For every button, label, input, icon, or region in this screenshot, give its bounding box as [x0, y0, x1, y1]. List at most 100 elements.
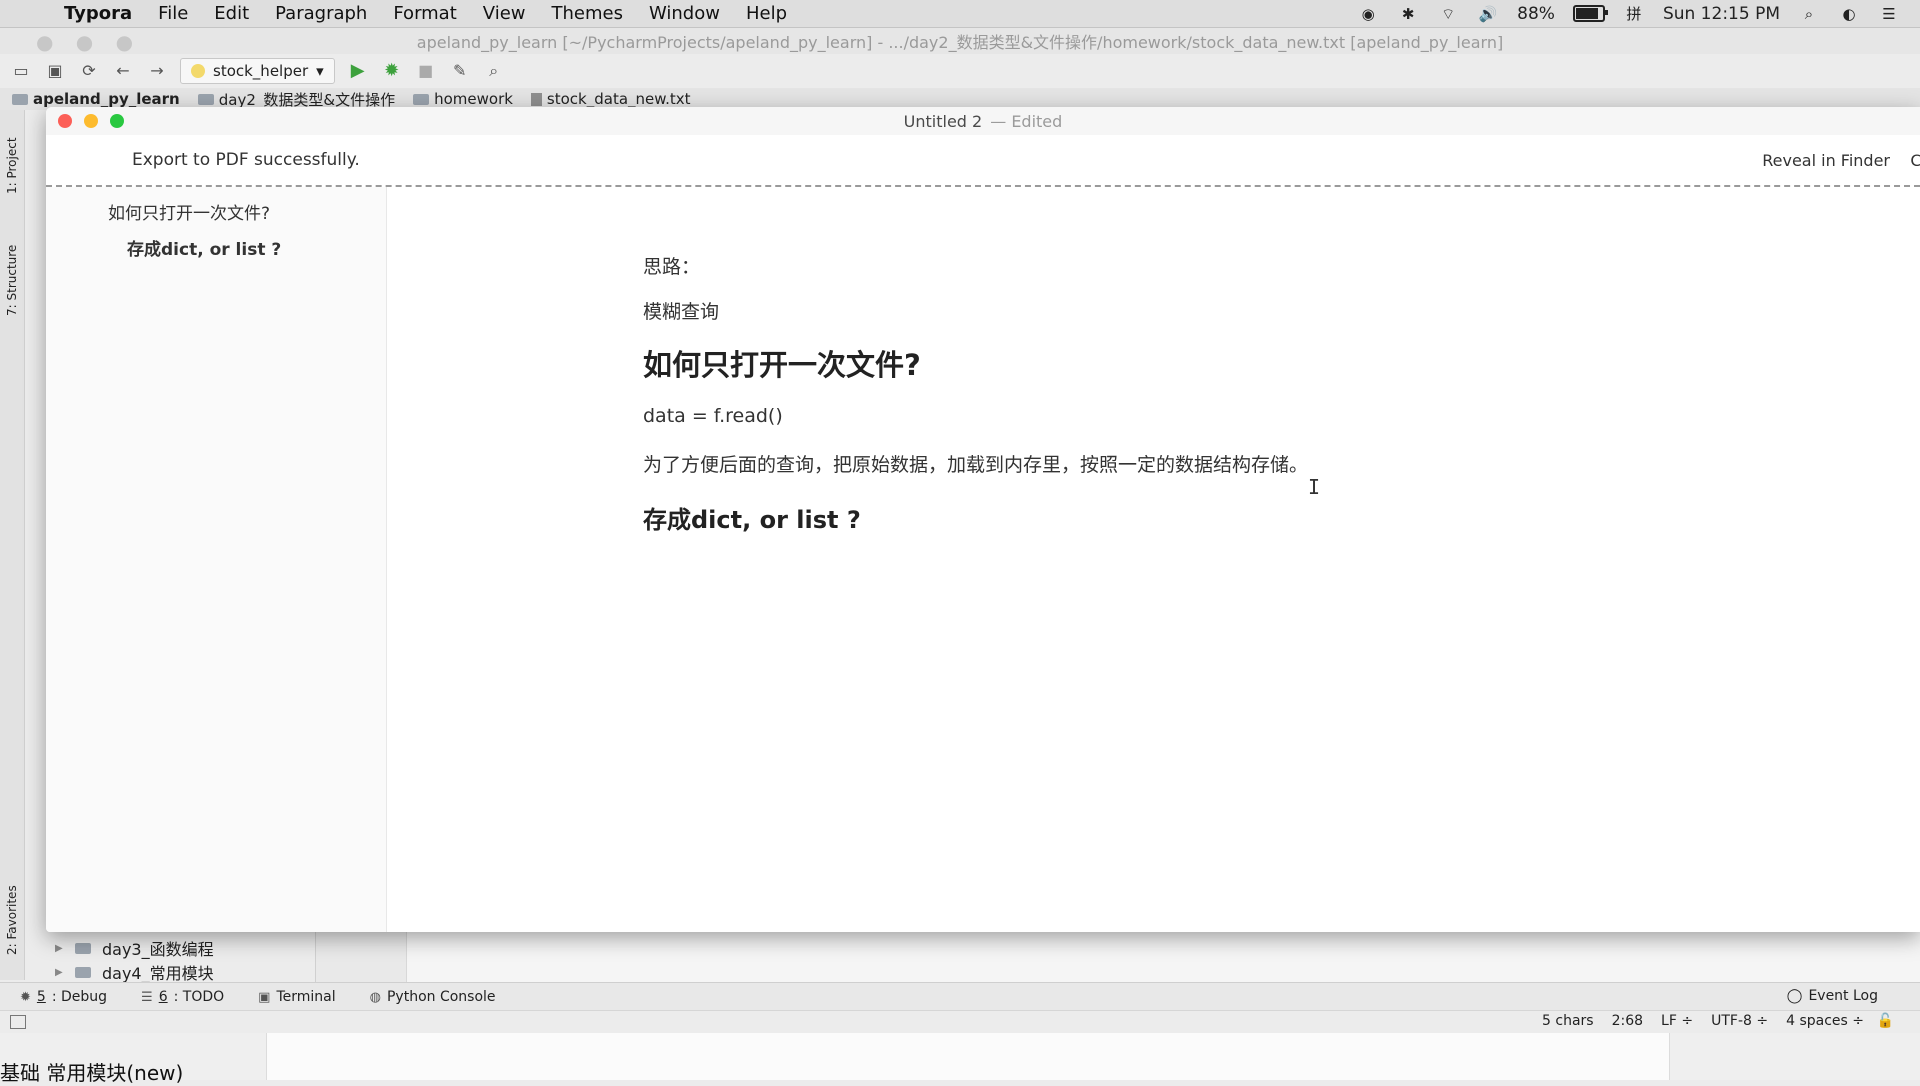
- ide-title-text: apeland_py_learn [~/PycharmProjects/apel…: [416, 33, 1504, 52]
- status-selection: 5 chars: [1542, 1013, 1594, 1029]
- paragraph-fuzzy-query[interactable]: 模糊查询: [643, 297, 719, 324]
- tab-project[interactable]: 1: Project: [0, 126, 24, 206]
- close-notification-button[interactable]: Cl: [1910, 151, 1920, 170]
- watermark: ● ● ●: [36, 30, 142, 54]
- menu-window[interactable]: Window: [649, 3, 720, 24]
- list-icon: ☰: [141, 989, 153, 1005]
- ide-window-title: ● ● ● apeland_py_learn [~/PycharmProject…: [0, 28, 1920, 54]
- document-title: Untitled 2— Edited: [903, 111, 1063, 131]
- menu-paragraph[interactable]: Paragraph: [275, 3, 367, 24]
- heading-open-file-once[interactable]: 如何只打开一次文件?: [643, 342, 921, 384]
- toolwindow-debug[interactable]: ✹ 5: Debug: [20, 989, 107, 1005]
- tree-item-day4[interactable]: ▶ day4_常用模块: [55, 960, 214, 984]
- spotlight-search-icon[interactable]: ⌕: [1798, 5, 1820, 23]
- bluetooth-icon[interactable]: ✱: [1397, 5, 1419, 23]
- text-cursor-icon: I: [1308, 475, 1321, 499]
- battery-percent: 88%: [1517, 3, 1555, 24]
- forward-arrow-icon[interactable]: →: [146, 60, 168, 82]
- run-icon[interactable]: ▶: [347, 60, 369, 82]
- reveal-in-finder-button[interactable]: Reveal in Finder: [1762, 151, 1890, 170]
- close-window-icon[interactable]: [58, 114, 72, 128]
- folder-icon: [413, 93, 430, 105]
- bug-icon: ✹: [20, 989, 31, 1005]
- zoom-window-icon[interactable]: [110, 114, 124, 128]
- minimize-window-icon[interactable]: [84, 114, 98, 128]
- menu-help[interactable]: Help: [746, 3, 787, 24]
- menu-app-name[interactable]: Typora: [64, 3, 132, 24]
- menu-view[interactable]: View: [483, 3, 526, 24]
- save-icon[interactable]: ▣: [44, 60, 66, 82]
- expand-arrow-icon[interactable]: ▶: [55, 967, 69, 978]
- paragraph-idea[interactable]: 思路：: [643, 252, 700, 279]
- breadcrumb-file[interactable]: stock_data_new.txt: [530, 90, 691, 108]
- file-icon: [530, 92, 542, 106]
- run-config-label: stock_helper: [213, 62, 309, 80]
- python-icon: [191, 64, 205, 78]
- folder-icon: [75, 942, 91, 954]
- outline-item-h2[interactable]: 存成dict, or list ?: [127, 235, 281, 260]
- stop-icon[interactable]: ■: [415, 60, 437, 82]
- editor-content[interactable]: 思路： 模糊查询 如何只打开一次文件? data = f.read() 为了方便…: [387, 187, 1920, 932]
- status-encoding[interactable]: UTF-8 ÷: [1711, 1013, 1768, 1029]
- battery-icon[interactable]: [1572, 5, 1608, 22]
- debug-icon[interactable]: ✹: [381, 60, 403, 82]
- tool-window-strip: 1: Project 7: Structure 2: Favorites: [0, 110, 25, 980]
- breadcrumb-project[interactable]: apeland_py_learn: [12, 90, 180, 108]
- open-folder-icon[interactable]: ▭: [10, 60, 32, 82]
- event-log-icon: ◯: [1786, 988, 1803, 1004]
- folder-icon: [197, 93, 214, 105]
- tree-item-day3[interactable]: ▶ day3_函数编程: [55, 936, 214, 960]
- menu-edit[interactable]: Edit: [214, 3, 249, 24]
- back-arrow-icon[interactable]: ←: [112, 60, 134, 82]
- status-line-separator[interactable]: LF ÷: [1661, 1013, 1693, 1029]
- outline-item-h1[interactable]: 如何只打开一次文件?: [108, 199, 270, 224]
- volume-icon[interactable]: 🔊: [1477, 5, 1499, 23]
- search-icon[interactable]: ⌕: [483, 60, 505, 82]
- menu-bar: Typora File Edit Paragraph Format View T…: [0, 0, 1920, 28]
- python-console-icon: ◍: [369, 989, 381, 1005]
- input-method-icon[interactable]: 拼: [1623, 5, 1645, 23]
- menu-themes[interactable]: Themes: [552, 3, 623, 24]
- heading-dict-or-list[interactable]: 存成dict, or list ?: [643, 500, 861, 535]
- apple-menu-icon[interactable]: [26, 2, 50, 26]
- editor-gutter: [316, 930, 407, 982]
- ide-toolbar: ▭ ▣ ⟳ ← → stock_helper ▾ ▶ ✹ ■ ✎ ⌕: [0, 55, 1920, 87]
- typora-titlebar: Untitled 2— Edited: [46, 107, 1920, 135]
- tab-favorites[interactable]: 2: Favorites: [0, 870, 24, 970]
- toolwindow-python-console[interactable]: ◍ Python Console: [370, 989, 496, 1005]
- paragraph-explanation[interactable]: 为了方便后面的查询，把原始数据，加载到内存里，按照一定的数据结构存储。: [643, 450, 1308, 477]
- tab-structure[interactable]: 7: Structure: [0, 230, 24, 330]
- layout-toggle-icon[interactable]: [10, 1015, 26, 1029]
- menu-file[interactable]: File: [158, 3, 188, 24]
- typora-window: Untitled 2— Edited Export to PDF success…: [46, 107, 1920, 932]
- terminal-icon: ▣: [258, 989, 271, 1005]
- background-document: [266, 1033, 1670, 1080]
- expand-arrow-icon[interactable]: ▶: [55, 943, 69, 954]
- notification-message: Export to PDF successfully.: [132, 150, 360, 170]
- folder-icon: [75, 966, 91, 978]
- notification-center-icon[interactable]: ☰: [1878, 5, 1900, 23]
- wifi-icon[interactable]: ⌔: [1437, 5, 1459, 23]
- wrench-icon[interactable]: ✎: [449, 60, 471, 82]
- background-window: 基础 常用模块(new): [0, 1033, 1920, 1085]
- breadcrumb-homework[interactable]: homework: [413, 90, 513, 108]
- status-caret-position[interactable]: 2:68: [1612, 1013, 1643, 1029]
- menu-extras: ◉ ✱ ⌔ 🔊 88% 拼 Sun 12:15 PM ⌕ ◐ ☰: [1357, 0, 1900, 27]
- sync-icon[interactable]: ⟳: [78, 60, 100, 82]
- screen-record-icon[interactable]: ◉: [1357, 5, 1379, 23]
- lock-icon[interactable]: 🔓: [1877, 1013, 1894, 1029]
- event-log-button[interactable]: ◯ Event Log: [1787, 988, 1878, 1004]
- toolwindow-todo[interactable]: ☰ 6: TODO: [141, 989, 224, 1005]
- menu-format[interactable]: Format: [393, 3, 456, 24]
- status-indent[interactable]: 4 spaces ÷: [1786, 1013, 1864, 1029]
- folder-icon: [12, 93, 28, 105]
- run-config-select[interactable]: stock_helper ▾: [180, 58, 335, 84]
- siri-icon[interactable]: ◐: [1838, 5, 1860, 23]
- paragraph-code-line[interactable]: data = f.read(): [643, 405, 783, 427]
- toolwindow-terminal[interactable]: ▣ Terminal: [258, 989, 335, 1005]
- ide-editor-area[interactable]: [315, 930, 1920, 982]
- project-tree: ▶ day3_函数编程 ▶ day4_常用模块: [25, 930, 315, 984]
- background-caption: 基础 常用模块(new): [0, 1061, 184, 1085]
- export-notification: Export to PDF successfully. Reveal in Fi…: [46, 135, 1920, 187]
- clock[interactable]: Sun 12:15 PM: [1663, 4, 1780, 24]
